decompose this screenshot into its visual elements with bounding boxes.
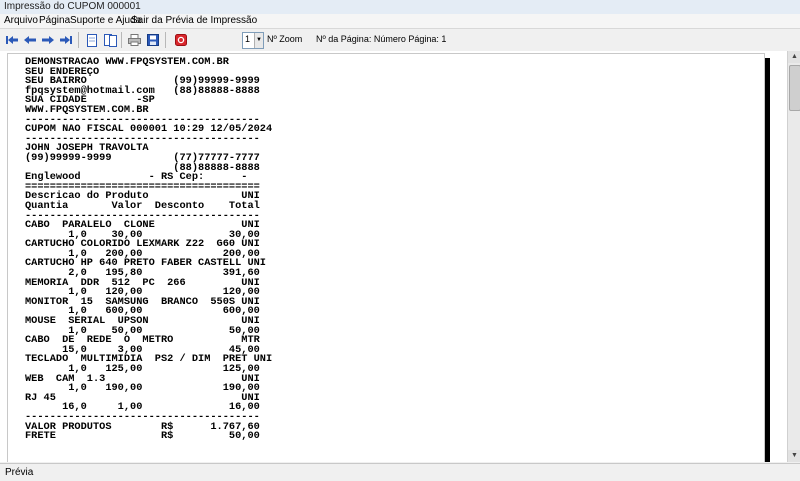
zoom-select[interactable]: 1 ▼ <box>242 32 264 49</box>
scroll-down-icon[interactable]: ▼ <box>788 450 800 462</box>
menu-bar: Arquivo Página Suporte e Ajuda Sair da P… <box>0 14 800 28</box>
single-page-icon[interactable] <box>84 32 100 48</box>
toolbar-separator <box>121 32 122 48</box>
next-page-icon[interactable] <box>40 32 56 48</box>
toolbar-separator <box>78 32 79 48</box>
page-number-label: Nº da Página: Número Página: 1 <box>316 34 447 44</box>
preview-viewport[interactable]: DEMONSTRACAO WWW.FPQSYSTEM.COM.BR SEU END… <box>0 51 787 462</box>
last-page-icon[interactable] <box>58 32 74 48</box>
status-bar: Prévia <box>0 463 800 481</box>
vertical-scrollbar[interactable]: ▲ ▼ <box>787 51 800 462</box>
two-pages-icon[interactable] <box>102 32 118 48</box>
menu-pagina[interactable]: Página <box>39 15 70 26</box>
scroll-up-icon[interactable]: ▲ <box>788 51 800 63</box>
menu-arquivo[interactable]: Arquivo <box>4 15 38 26</box>
first-page-icon[interactable] <box>4 32 20 48</box>
toolbar: 1 ▼ Nº Zoom Nº da Página: Número Página:… <box>0 28 800 52</box>
chevron-down-icon: ▼ <box>254 33 263 48</box>
prev-page-icon[interactable] <box>22 32 38 48</box>
receipt-text: DEMONSTRACAO WWW.FPQSYSTEM.COM.BR SEU END… <box>25 57 272 443</box>
print-icon[interactable] <box>126 32 142 48</box>
status-text: Prévia <box>5 467 34 478</box>
window-title: Impressão do CUPOM 000001 <box>4 1 141 12</box>
receipt-page: DEMONSTRACAO WWW.FPQSYSTEM.COM.BR SEU END… <box>7 53 765 462</box>
title-bar: Impressão do CUPOM 000001 <box>0 0 800 15</box>
pdf-icon[interactable] <box>173 32 189 48</box>
toolbar-separator <box>165 32 166 48</box>
scroll-thumb[interactable] <box>789 65 800 111</box>
receipt-line: FRETE R$ 50,00 <box>25 430 260 443</box>
zoom-label: Nº Zoom <box>267 34 303 44</box>
save-icon[interactable] <box>145 32 161 48</box>
menu-sair-previa[interactable]: Sair da Prévia de Impressão <box>131 15 257 26</box>
zoom-value: 1 <box>245 34 251 44</box>
